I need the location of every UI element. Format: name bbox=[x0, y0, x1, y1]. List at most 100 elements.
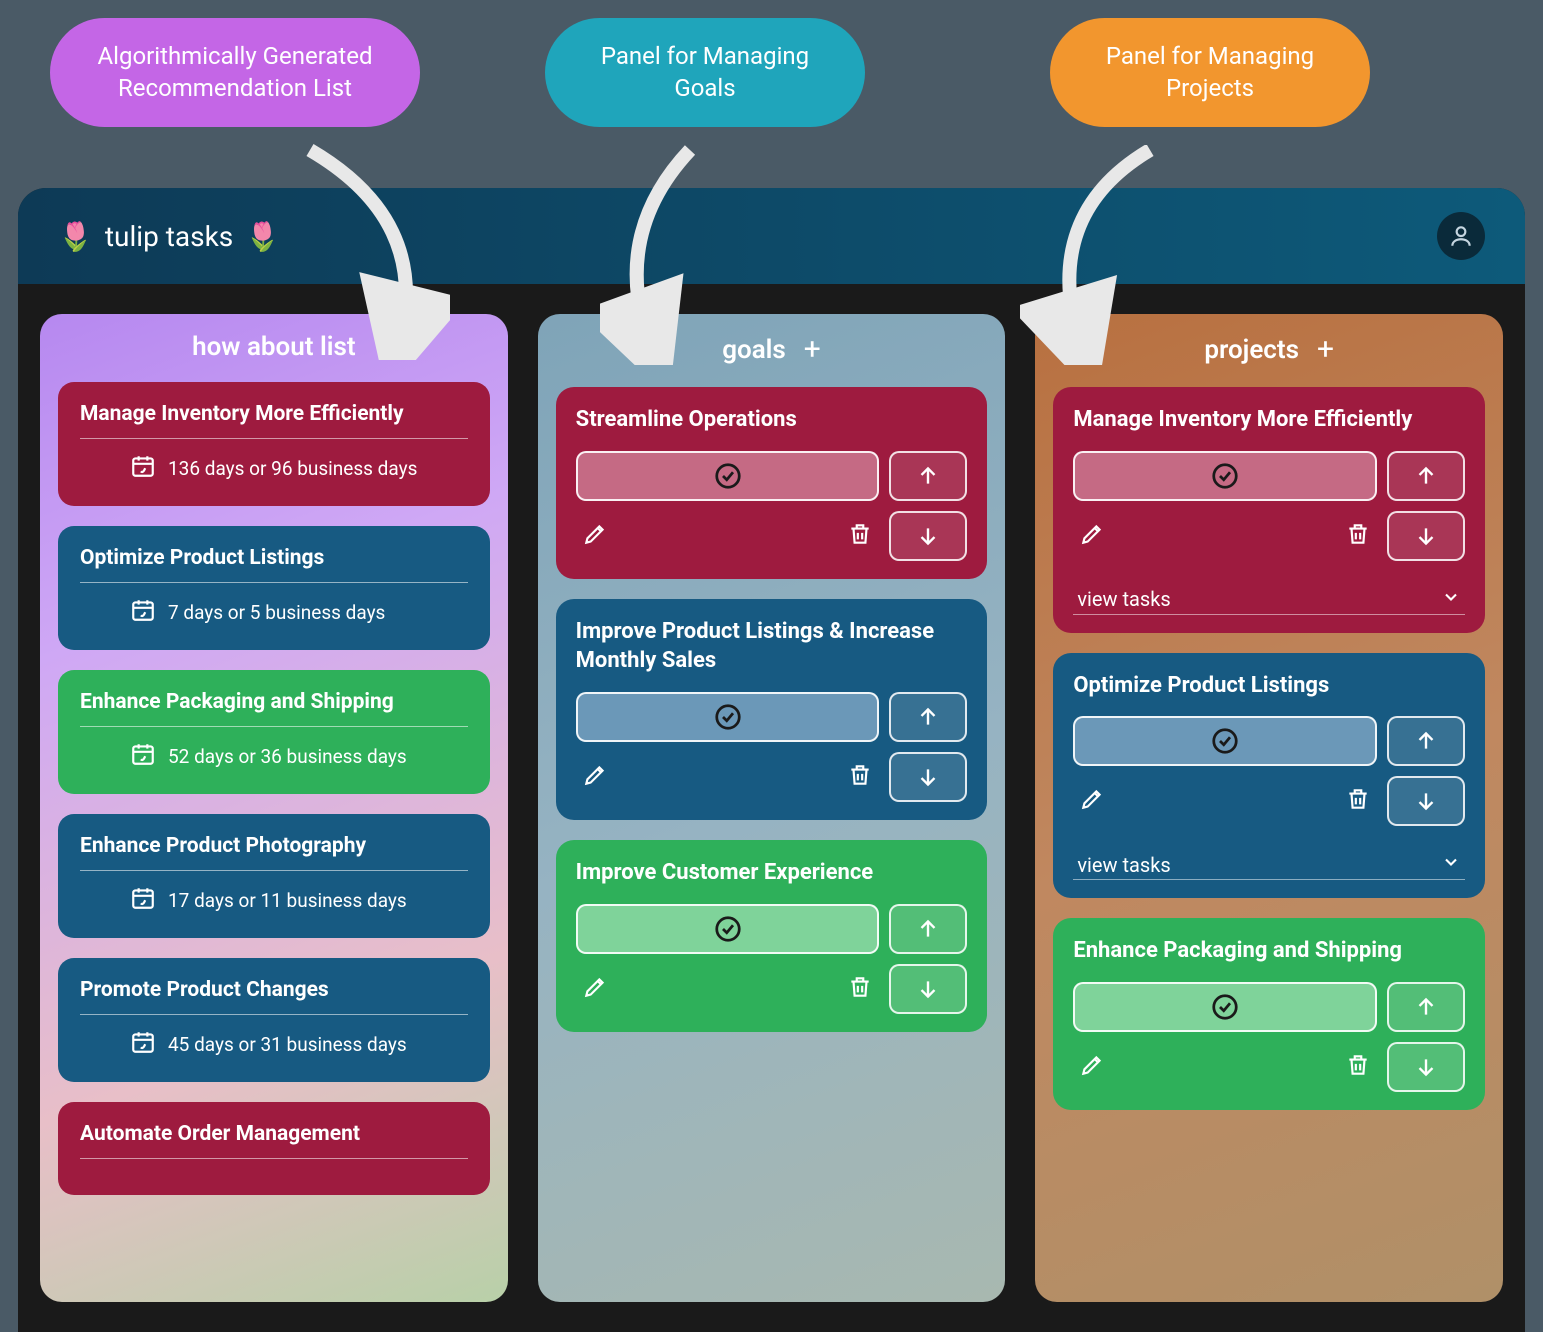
move-down-button[interactable] bbox=[889, 752, 967, 802]
complete-button[interactable] bbox=[576, 451, 880, 501]
card-meta-text: 45 days or 31 business days bbox=[168, 1033, 407, 1056]
move-down-button[interactable] bbox=[889, 511, 967, 561]
move-up-button[interactable] bbox=[1387, 982, 1465, 1032]
move-down-button[interactable] bbox=[889, 964, 967, 1014]
profile-button[interactable] bbox=[1437, 212, 1485, 260]
delete-button[interactable] bbox=[1345, 786, 1371, 816]
how-about-card[interactable]: Promote Product Changes 45 days or 31 bus… bbox=[58, 958, 490, 1082]
edit-button[interactable] bbox=[1079, 1052, 1105, 1082]
user-icon bbox=[1448, 223, 1474, 249]
goal-card: Streamline Operations bbox=[556, 387, 988, 579]
calendar-icon bbox=[130, 597, 156, 628]
edit-button[interactable] bbox=[582, 521, 608, 551]
project-card: Enhance Packaging and Shipping bbox=[1053, 918, 1485, 1110]
chevron-down-icon bbox=[1441, 587, 1461, 612]
card-meta: 45 days or 31 business days bbox=[80, 1029, 468, 1060]
move-up-button[interactable] bbox=[1387, 451, 1465, 501]
delete-button[interactable] bbox=[847, 974, 873, 1004]
arrow-goals bbox=[600, 145, 740, 365]
card-meta-text: 7 days or 5 business days bbox=[168, 601, 385, 624]
card-title: Streamline Operations bbox=[576, 405, 968, 435]
divider bbox=[80, 582, 468, 583]
edit-button[interactable] bbox=[582, 762, 608, 792]
calendar-icon bbox=[130, 885, 156, 916]
projects-panel: projects + Manage Inventory More Efficie… bbox=[1035, 314, 1503, 1302]
projects-list: Manage Inventory More Efficiently view ta… bbox=[1053, 387, 1485, 1110]
view-tasks-toggle[interactable]: view tasks bbox=[1073, 842, 1465, 880]
how-about-card[interactable]: Automate Order Management bbox=[58, 1102, 490, 1195]
card-title: Enhance Packaging and Shipping bbox=[1073, 936, 1465, 966]
app-header: 🌷 tulip tasks 🌷 bbox=[18, 188, 1525, 284]
divider bbox=[80, 438, 468, 439]
move-up-button[interactable] bbox=[889, 451, 967, 501]
view-tasks-label: view tasks bbox=[1077, 853, 1170, 877]
edit-button[interactable] bbox=[1079, 521, 1105, 551]
app-title: 🌷 tulip tasks 🌷 bbox=[58, 220, 280, 253]
move-down-button[interactable] bbox=[1387, 511, 1465, 561]
complete-button[interactable] bbox=[576, 904, 880, 954]
view-tasks-label: view tasks bbox=[1077, 587, 1170, 611]
goal-card: Improve Customer Experience bbox=[556, 840, 988, 1032]
calendar-icon bbox=[130, 1029, 156, 1060]
card-title: Automate Order Management bbox=[80, 1122, 468, 1146]
delete-button[interactable] bbox=[847, 762, 873, 792]
how-about-card[interactable]: Manage Inventory More Efficiently 136 day… bbox=[58, 382, 490, 506]
divider bbox=[80, 726, 468, 727]
app-window: 🌷 tulip tasks 🌷 how about list Manage In… bbox=[18, 188, 1525, 1332]
project-card: Optimize Product Listings view tasks bbox=[1053, 653, 1485, 899]
complete-button[interactable] bbox=[1073, 451, 1377, 501]
divider bbox=[80, 1014, 468, 1015]
delete-button[interactable] bbox=[1345, 1052, 1371, 1082]
how-about-card[interactable]: Optimize Product Listings 7 days or 5 bus… bbox=[58, 526, 490, 650]
card-meta: 136 days or 96 business days bbox=[80, 453, 468, 484]
card-title: Improve Product Listings & Increase Mont… bbox=[576, 617, 968, 676]
callout-projects: Panel for Managing Projects bbox=[1050, 18, 1370, 127]
move-up-button[interactable] bbox=[889, 904, 967, 954]
tulip-icon: 🌷 bbox=[245, 220, 280, 253]
card-title: Improve Customer Experience bbox=[576, 858, 968, 888]
app-title-text: tulip tasks bbox=[105, 220, 233, 253]
card-meta: 7 days or 5 business days bbox=[80, 597, 468, 628]
delete-button[interactable] bbox=[847, 521, 873, 551]
projects-header-label: projects bbox=[1204, 335, 1299, 365]
edit-button[interactable] bbox=[1079, 786, 1105, 816]
divider bbox=[80, 1158, 468, 1159]
move-down-button[interactable] bbox=[1387, 1042, 1465, 1092]
card-title: Promote Product Changes bbox=[80, 978, 468, 1002]
tulip-icon: 🌷 bbox=[58, 220, 93, 253]
how-about-list: Manage Inventory More Efficiently 136 day… bbox=[58, 382, 490, 1195]
card-title: Enhance Packaging and Shipping bbox=[80, 690, 468, 714]
complete-button[interactable] bbox=[1073, 716, 1377, 766]
card-title: Enhance Product Photography bbox=[80, 834, 468, 858]
goal-card: Improve Product Listings & Increase Mont… bbox=[556, 599, 988, 820]
card-meta: 17 days or 11 business days bbox=[80, 885, 468, 916]
divider bbox=[80, 870, 468, 871]
callout-recommendation: Algorithmically Generated Recommendation… bbox=[50, 18, 420, 127]
card-meta-text: 136 days or 96 business days bbox=[168, 457, 417, 480]
card-meta-text: 52 days or 36 business days bbox=[168, 745, 407, 768]
card-meta: 52 days or 36 business days bbox=[80, 741, 468, 772]
calendar-icon bbox=[130, 453, 156, 484]
view-tasks-toggle[interactable]: view tasks bbox=[1073, 577, 1465, 615]
callout-goals: Panel for Managing Goals bbox=[545, 18, 865, 127]
move-up-button[interactable] bbox=[1387, 716, 1465, 766]
card-title: Manage Inventory More Efficiently bbox=[80, 402, 468, 426]
how-about-card[interactable]: Enhance Packaging and Shipping 52 days or… bbox=[58, 670, 490, 794]
card-title: Manage Inventory More Efficiently bbox=[1073, 405, 1465, 435]
card-meta-text: 17 days or 11 business days bbox=[168, 889, 407, 912]
complete-button[interactable] bbox=[1073, 982, 1377, 1032]
card-title: Optimize Product Listings bbox=[80, 546, 468, 570]
move-up-button[interactable] bbox=[889, 692, 967, 742]
add-goal-button[interactable]: + bbox=[804, 332, 821, 367]
how-about-card[interactable]: Enhance Product Photography 17 days or 11… bbox=[58, 814, 490, 938]
card-title: Optimize Product Listings bbox=[1073, 671, 1465, 701]
complete-button[interactable] bbox=[576, 692, 880, 742]
calendar-icon bbox=[130, 741, 156, 772]
move-down-button[interactable] bbox=[1387, 776, 1465, 826]
arrow-recommendation bbox=[290, 140, 450, 360]
edit-button[interactable] bbox=[582, 974, 608, 1004]
how-about-panel: how about list Manage Inventory More Eff… bbox=[40, 314, 508, 1302]
delete-button[interactable] bbox=[1345, 521, 1371, 551]
arrow-projects bbox=[1020, 145, 1180, 365]
add-project-button[interactable]: + bbox=[1317, 332, 1334, 367]
